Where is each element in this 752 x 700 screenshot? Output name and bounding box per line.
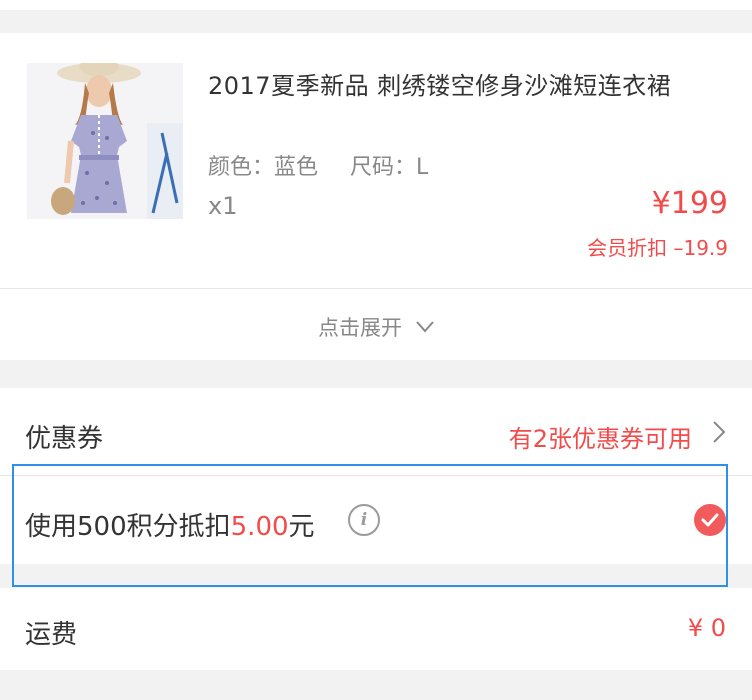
points-label: 使用500积分抵扣5.00元 [25,506,315,543]
expand-label: 点击展开 [318,316,402,340]
member-discount-value: –19.9 [673,236,728,260]
product-attributes: 颜色：蓝色 尺码：L [208,149,428,181]
shipping-value: ¥ 0 [687,614,726,642]
coupon-value: 有2张优惠券可用 [508,425,692,453]
points-prefix: 使用500积分抵扣 [25,512,231,542]
chevron-right-icon [713,421,726,447]
color-value: 蓝色 [274,155,319,180]
expand-button[interactable]: 点击展开 [0,312,752,342]
size-label: 尺码： [350,155,417,180]
top-strip [0,0,752,10]
product-title: 2017夏季新品 刺绣镂空修身沙滩短连衣裙 [208,72,672,100]
member-discount: 会员折扣 –19.9 [587,232,728,261]
checkmark-icon[interactable] [694,504,726,536]
info-icon[interactable]: i [348,504,380,536]
product-thumbnail[interactable] [27,63,183,219]
shipping-label: 运费 [25,620,78,650]
dress-photo-icon [27,63,183,219]
size-value: L [416,155,429,180]
member-discount-label: 会员折扣 [587,236,668,260]
points-suffix: 元 [288,512,315,542]
divider [0,288,752,289]
chevron-down-icon [416,314,434,338]
points-amount: 5.00 [230,512,289,542]
coupon-label: 优惠券 [25,424,104,454]
color-label: 颜色： [208,155,275,180]
product-quantity: x1 [208,192,238,220]
shipping-row [0,588,752,670]
product-price: ¥199 [651,186,728,221]
